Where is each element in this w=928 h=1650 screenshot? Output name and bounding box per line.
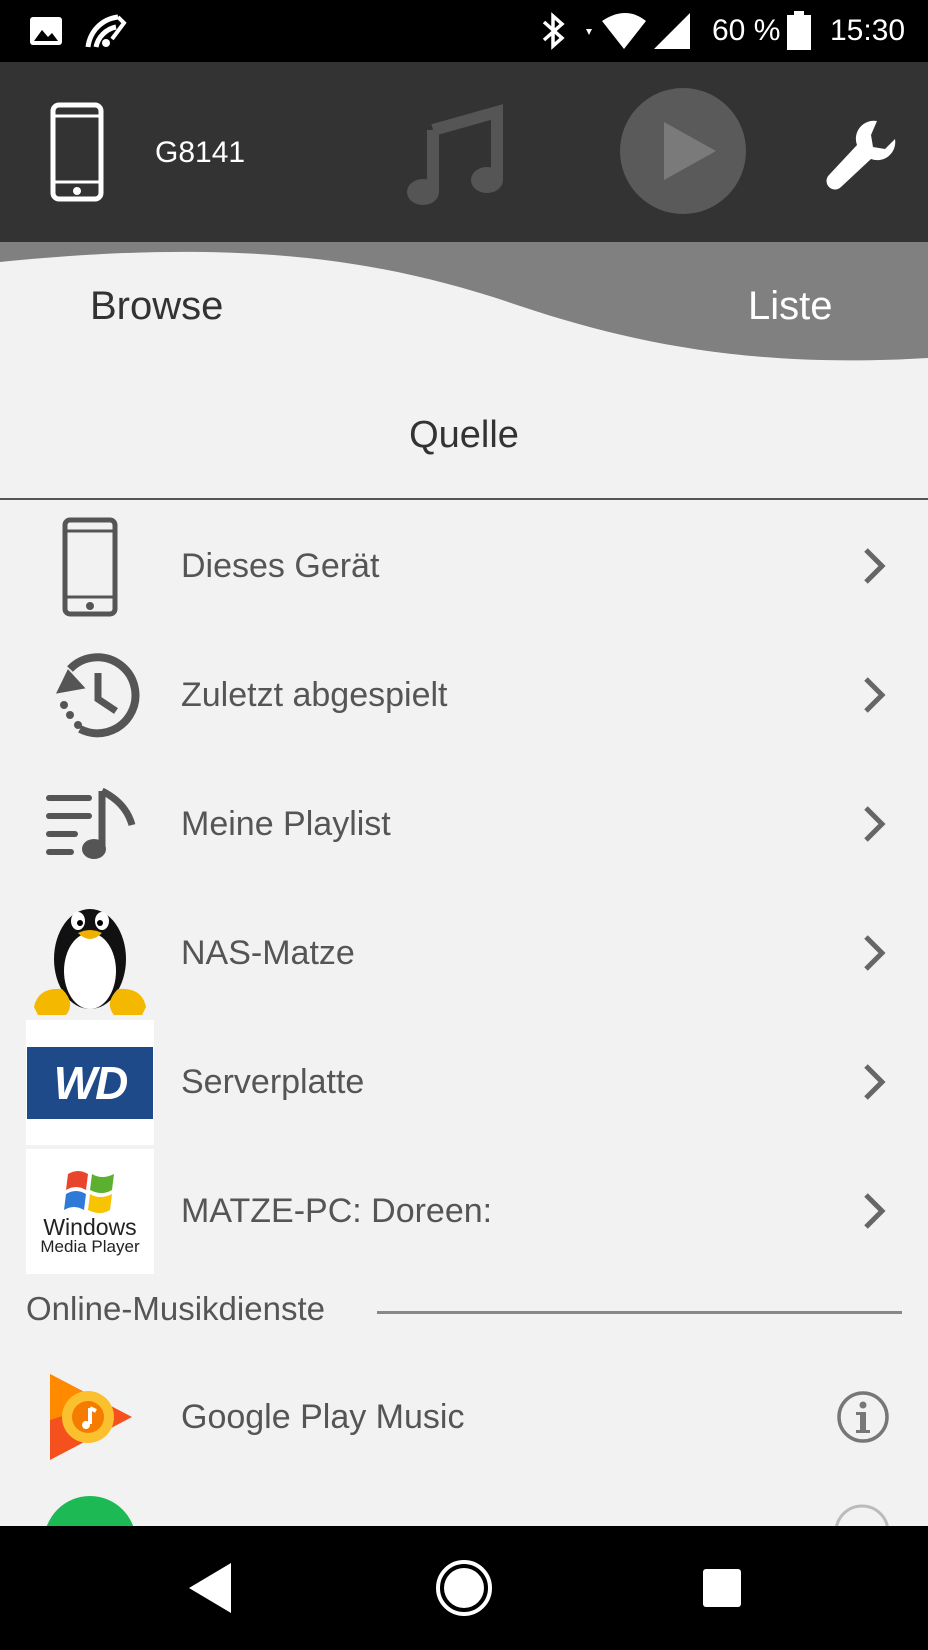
music-note-icon[interactable]	[405, 100, 505, 211]
wrench-icon[interactable]	[825, 117, 899, 196]
section-title: Quelle	[0, 372, 928, 500]
spotify-icon	[46, 1496, 889, 1526]
chevron-right-icon	[862, 804, 886, 849]
wmp-logo-text-2: Media Player	[40, 1237, 140, 1256]
source-row-matze-pc[interactable]: Windows Media Player MATZE-PC: Doreen:	[0, 1147, 928, 1276]
battery-icon	[786, 0, 812, 62]
navigation-bar	[0, 1526, 928, 1650]
tab-browse[interactable]: Browse	[90, 284, 223, 329]
source-label: Meine Playlist	[181, 805, 391, 843]
divider	[377, 1311, 902, 1314]
phone-icon	[26, 504, 154, 629]
play-icon	[664, 122, 716, 180]
bluetooth-icon	[540, 0, 568, 62]
source-label: Dieses Gerät	[181, 547, 380, 585]
source-row-serverplatte[interactable]: WD Serverplatte	[0, 1018, 928, 1147]
service-row-partial[interactable]	[0, 1482, 928, 1526]
source-row-zuletzt-abgespielt[interactable]: Zuletzt abgespielt	[0, 631, 928, 760]
online-services-label: Online-Musikdienste	[26, 1290, 325, 1327]
section-title-text: Quelle	[409, 413, 519, 456]
clock-text: 15:30	[830, 14, 906, 47]
back-icon	[189, 1563, 231, 1613]
wmp-logo-text-1: Windows	[43, 1214, 137, 1240]
tab-bar: Browse Liste	[0, 242, 928, 372]
player-toolbar: G8141	[0, 62, 928, 242]
source-row-meine-playlist[interactable]: Meine Playlist	[0, 760, 928, 889]
wifi-icon	[584, 0, 648, 62]
source-label: Serverplatte	[181, 1063, 365, 1101]
status-bar: 60 % 15:30	[0, 0, 928, 62]
recents-button[interactable]	[700, 1526, 744, 1650]
hotspot-icon	[84, 0, 128, 62]
back-button[interactable]	[180, 1526, 240, 1650]
tab-liste[interactable]: Liste	[748, 284, 833, 329]
play-button[interactable]	[620, 88, 746, 214]
chevron-right-icon	[862, 546, 886, 591]
chevron-right-icon	[862, 1062, 886, 1107]
wd-logo: WD	[27, 1046, 153, 1119]
tux-penguin-icon	[26, 891, 154, 1016]
source-label: MATZE-PC: Doreen:	[181, 1192, 493, 1230]
source-row-nas-matze[interactable]: NAS-Matze	[0, 889, 928, 1018]
recents-icon	[703, 1569, 741, 1607]
service-row-google-play-music[interactable]: Google Play Music	[0, 1352, 928, 1482]
source-label: Zuletzt abgespielt	[181, 676, 448, 714]
chevron-right-icon	[862, 1191, 886, 1236]
gallery-icon	[28, 0, 64, 62]
chevron-right-icon	[862, 933, 886, 978]
online-services-header: Online-Musikdienste	[0, 1272, 928, 1352]
clock: 15:30	[830, 0, 905, 62]
service-label: Google Play Music	[181, 1398, 465, 1436]
playlist-icon	[26, 762, 154, 887]
signal-icon	[652, 0, 692, 62]
source-list: Dieses Gerät Zuletzt abgespielt Meine Pl…	[0, 502, 928, 1276]
windows-flag-icon	[64, 1171, 114, 1213]
source-row-dieses-geraet[interactable]: Dieses Gerät	[0, 502, 928, 631]
home-icon	[436, 1560, 492, 1616]
history-icon	[26, 633, 154, 758]
home-button[interactable]	[432, 1526, 496, 1650]
source-label: NAS-Matze	[181, 934, 355, 972]
wd-logo-icon: WD	[26, 1020, 154, 1145]
info-icon[interactable]	[836, 1390, 890, 1449]
battery-percent-text: 60 %	[712, 14, 781, 47]
battery-percent: 60 %	[712, 0, 780, 62]
device-name[interactable]: G8141	[155, 136, 245, 170]
chevron-right-icon	[862, 675, 886, 720]
phone-icon[interactable]	[50, 102, 104, 207]
google-play-music-icon	[44, 1370, 136, 1469]
windows-media-player-icon: Windows Media Player	[26, 1149, 154, 1274]
